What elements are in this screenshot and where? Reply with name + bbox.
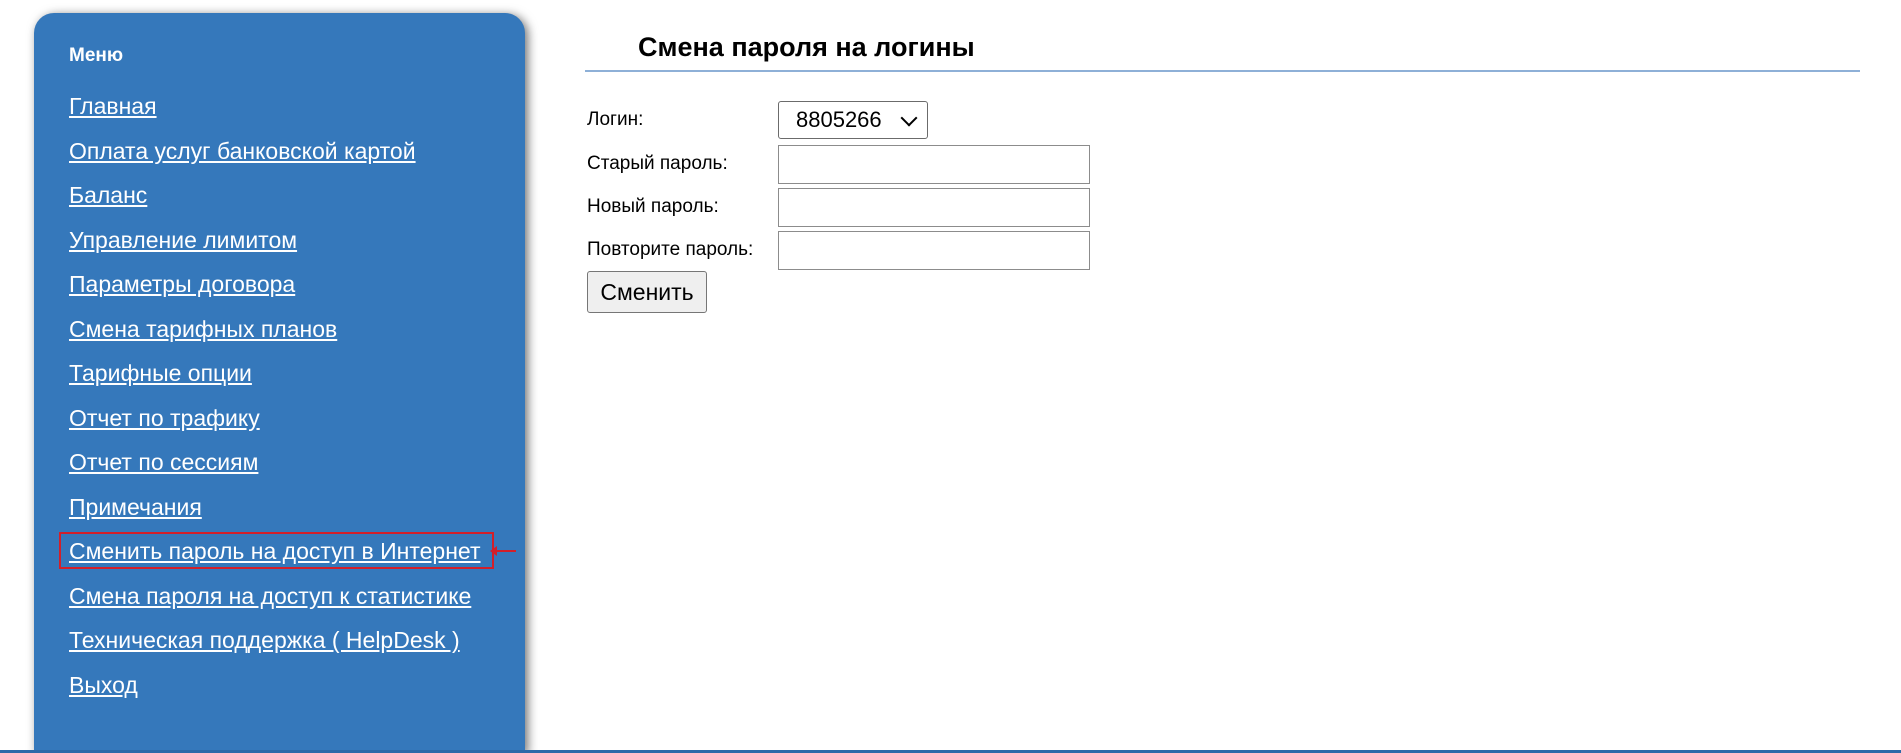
- sidebar-item-limit: Управление лимитом: [69, 225, 525, 270]
- login-select[interactable]: 8805266: [778, 101, 928, 139]
- old-password-row: Старый пароль:: [587, 145, 1187, 184]
- login-label: Логин:: [587, 109, 644, 130]
- sidebar-link-tariff-change[interactable]: Смена тарифных планов: [69, 314, 337, 344]
- login-select-value: 8805266: [796, 107, 882, 132]
- sidebar-title: Меню: [69, 45, 124, 66]
- sidebar-link-internet-password[interactable]: Сменить пароль на доступ в Интернет: [69, 536, 480, 566]
- repeat-password-input[interactable]: [778, 231, 1090, 270]
- sidebar-menu: Главная Оплата услуг банковской картой Б…: [59, 91, 525, 715]
- sidebar-item-session-report: Отчет по сессиям: [69, 447, 525, 492]
- sidebar-item-contract: Параметры договора: [69, 269, 525, 314]
- sidebar-link-balance[interactable]: Баланс: [69, 180, 147, 210]
- main-content: Смена пароля на логины Логин: 8805266 Ст…: [585, 0, 1860, 740]
- sidebar-link-card-payment[interactable]: Оплата услуг банковской картой: [69, 136, 416, 166]
- title-divider: [585, 70, 1860, 72]
- sidebar-link-notes[interactable]: Примечания: [69, 492, 202, 522]
- new-password-label: Новый пароль:: [587, 196, 719, 217]
- sidebar-link-contract[interactable]: Параметры договора: [69, 269, 295, 299]
- change-password-button[interactable]: Сменить: [587, 271, 707, 313]
- sidebar-link-home[interactable]: Главная: [69, 91, 157, 121]
- new-password-row: Новый пароль:: [587, 188, 1187, 227]
- login-row: Логин: 8805266: [587, 101, 1187, 139]
- sidebar-link-stats-password[interactable]: Смена пароля на доступ к статистике: [69, 581, 471, 611]
- repeat-password-row: Повторите пароль:: [587, 231, 1187, 270]
- chevron-down-icon: [900, 109, 918, 127]
- sidebar-item-internet-password: Сменить пароль на доступ в Интернет: [59, 532, 525, 581]
- sidebar-item-card-payment: Оплата услуг банковской картой: [69, 136, 525, 181]
- sidebar-link-traffic-report[interactable]: Отчет по трафику: [69, 403, 260, 433]
- sidebar-item-tariff-options: Тарифные опции: [69, 358, 525, 403]
- sidebar-link-tariff-options[interactable]: Тарифные опции: [69, 358, 252, 388]
- sidebar-item-tariff-change: Смена тарифных планов: [69, 314, 525, 359]
- sidebar-link-logout[interactable]: Выход: [69, 670, 138, 700]
- old-password-input[interactable]: [778, 145, 1090, 184]
- sidebar-item-helpdesk: Техническая поддержка ( HelpDesk ): [69, 625, 525, 670]
- sidebar-item-traffic-report: Отчет по трафику: [69, 403, 525, 448]
- sidebar-link-limit[interactable]: Управление лимитом: [69, 225, 297, 255]
- old-password-label: Старый пароль:: [587, 153, 728, 174]
- arrow-left-icon: [490, 546, 516, 556]
- sidebar-item-notes: Примечания: [69, 492, 525, 537]
- page-title: Смена пароля на логины: [638, 32, 975, 62]
- sidebar-item-home: Главная: [69, 91, 525, 136]
- repeat-password-label: Повторите пароль:: [587, 239, 754, 260]
- sidebar-item-balance: Баланс: [69, 180, 525, 225]
- sidebar: Меню Главная Оплата услуг банковской кар…: [34, 13, 525, 753]
- sidebar-link-session-report[interactable]: Отчет по сессиям: [69, 447, 258, 477]
- sidebar-item-logout: Выход: [69, 670, 525, 715]
- sidebar-item-stats-password: Смена пароля на доступ к статистике: [69, 581, 525, 626]
- new-password-input[interactable]: [778, 188, 1090, 227]
- sidebar-link-helpdesk[interactable]: Техническая поддержка ( HelpDesk ): [69, 625, 460, 655]
